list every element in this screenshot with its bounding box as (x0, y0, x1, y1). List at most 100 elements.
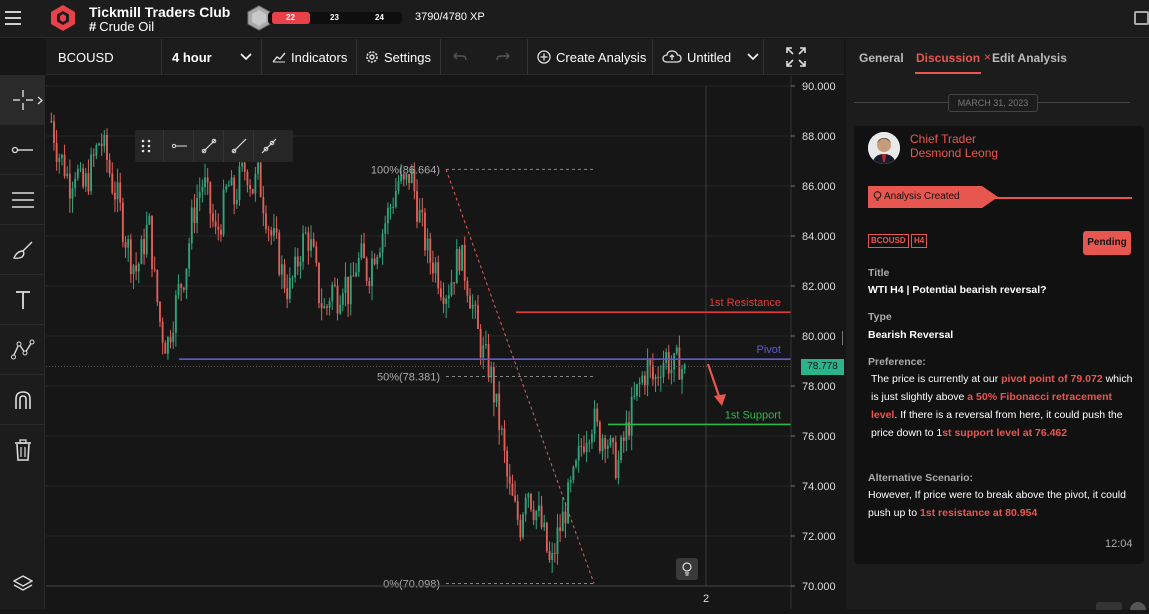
y-axis-tick-label: 84.000 (802, 231, 836, 243)
layout-icon[interactable] (1134, 11, 1149, 25)
candle-body (71, 188, 74, 199)
alternative-highlight: 1st resistance at 80.954 (919, 507, 1038, 519)
preference-highlight: st support level at 76.462 (942, 427, 1068, 439)
redo-icon[interactable] (496, 52, 510, 62)
ray-icon (231, 138, 246, 154)
close-tab-icon[interactable]: × (984, 50, 991, 64)
title-value: WTI H4 | Potential bearish reversal? (868, 284, 1047, 296)
candle-body (312, 239, 315, 247)
settings-button[interactable]: Settings (357, 39, 441, 75)
candle-body (323, 306, 326, 309)
candle-body (259, 162, 262, 197)
candle-body (355, 272, 358, 277)
idea-button[interactable] (676, 558, 698, 580)
candle-body (201, 186, 204, 192)
candle-body (643, 375, 646, 386)
tab-edit-analysis[interactable]: Edit Analysis (992, 51, 1067, 65)
candle-body (63, 154, 66, 177)
create-analysis-button[interactable]: Create Analysis (528, 39, 653, 75)
text-tool[interactable] (0, 275, 45, 325)
interval-dropdown[interactable]: 4 hour (162, 39, 262, 75)
candle-body (347, 276, 350, 305)
fullscreen-button[interactable] (786, 39, 816, 75)
candle-body (275, 228, 278, 233)
undo-icon[interactable] (453, 52, 467, 62)
timeframe-tag: H4 (911, 234, 928, 248)
indicators-label: Indicators (291, 49, 348, 65)
line-tool[interactable] (0, 125, 45, 175)
candle-body (325, 306, 328, 308)
candle-body (153, 269, 156, 271)
candle-body (270, 230, 273, 236)
y-axis-tick-label: 76.000 (802, 431, 836, 443)
candle-body (151, 215, 153, 270)
candle-body (180, 284, 183, 288)
candle-body (336, 285, 339, 314)
candle-body (283, 264, 286, 289)
candle-body (265, 213, 267, 230)
candle-body (241, 162, 244, 167)
candle-body (551, 553, 554, 560)
candle-body (100, 143, 103, 147)
candle-body (527, 493, 530, 498)
layout-name-dropdown[interactable]: Untitled (653, 39, 764, 75)
candle-body (567, 482, 570, 524)
candle-body (614, 441, 617, 478)
drawing-toolbar (0, 75, 45, 609)
y-axis-tick-label: 90.000 (802, 81, 836, 93)
trader-name[interactable]: Desmond Leong (910, 146, 998, 160)
delete-tool[interactable] (0, 425, 45, 475)
candle-body (670, 369, 673, 374)
chart-toolbar: BCOUSD 4 hour Indicators Settings Create… (46, 39, 844, 75)
y-axis-tick-label: 86.000 (802, 181, 836, 193)
candle-body (333, 284, 336, 286)
indicators-button[interactable]: Indicators (262, 39, 357, 75)
layers-tool[interactable] (0, 559, 45, 609)
trend-line-tool[interactable] (193, 130, 223, 162)
crosshair-tool[interactable] (0, 75, 45, 125)
candle-body (519, 519, 522, 538)
trend-line-icon (201, 138, 216, 154)
ray-tool[interactable] (223, 130, 253, 162)
candle-body (58, 157, 61, 162)
candle-body (182, 287, 185, 290)
layers-icon (12, 575, 33, 591)
candle-body (559, 527, 562, 532)
symbol-label: BCOUSD (58, 49, 114, 65)
line-tool-icon (11, 146, 33, 153)
candle-body (498, 393, 501, 431)
candle-body (617, 460, 620, 478)
candle-body (82, 168, 85, 187)
tab-discussion[interactable]: Discussion (916, 51, 980, 65)
candle-body (442, 297, 445, 304)
pattern-tool[interactable] (0, 325, 45, 375)
price-chart[interactable]: 100%(86.664) 50%(78.381) 0%(70.098) 1st Res… (46, 76, 844, 609)
chart-line-icon (272, 52, 286, 63)
candle-body (294, 256, 297, 278)
projection-arrowhead (714, 394, 726, 406)
candle-body (132, 265, 135, 275)
candle-body (606, 445, 609, 449)
fib-tool[interactable] (0, 175, 45, 225)
candle-body (159, 301, 161, 322)
candle-body (545, 522, 548, 552)
candle-body (307, 232, 310, 251)
tab-general[interactable]: General (859, 51, 904, 65)
extended-line-tool[interactable] (253, 130, 283, 162)
horizontal-ray-tool[interactable] (163, 130, 193, 162)
symbol-selector[interactable]: BCOUSD (46, 39, 162, 75)
candle-body (296, 256, 299, 267)
drag-handle-icon[interactable] (141, 138, 151, 154)
candle-body (185, 268, 188, 290)
candle-body (188, 243, 191, 269)
y-axis-tick-label: 78.000 (802, 381, 836, 393)
tickmill-logo (51, 5, 75, 31)
magnet-tool[interactable] (0, 375, 45, 425)
brush-tool[interactable] (0, 225, 45, 275)
chevron-right-icon[interactable] (37, 96, 43, 105)
candle-body (360, 243, 363, 258)
candle-body (540, 505, 543, 528)
hamburger-menu-icon[interactable] (5, 11, 21, 25)
candle-body (530, 493, 532, 510)
candle-body (53, 121, 55, 144)
